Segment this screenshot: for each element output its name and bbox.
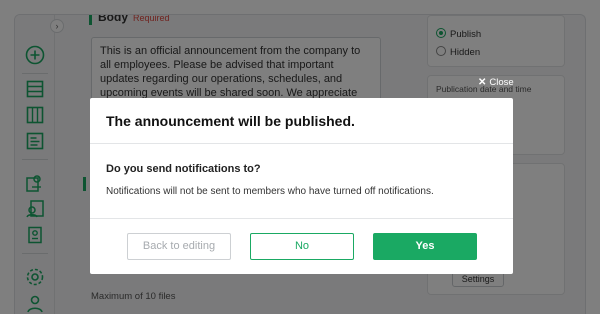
close-label: Close bbox=[489, 77, 514, 88]
dialog-title: The announcement will be published. bbox=[106, 113, 355, 129]
dialog-divider bbox=[90, 218, 513, 219]
back-to-editing-button[interactable]: Back to editing bbox=[127, 233, 231, 260]
dialog-note: Notifications will not be sent to member… bbox=[106, 186, 434, 197]
dialog-divider bbox=[90, 143, 513, 144]
no-button[interactable]: No bbox=[250, 233, 354, 260]
close-button[interactable]: ✕ Close bbox=[478, 76, 514, 90]
close-icon[interactable]: ✕ bbox=[478, 76, 486, 90]
publish-confirm-dialog: The announcement will be published. Do y… bbox=[90, 98, 513, 274]
yes-button[interactable]: Yes bbox=[373, 233, 477, 260]
dialog-question: Do you send notifications to? bbox=[106, 163, 261, 175]
